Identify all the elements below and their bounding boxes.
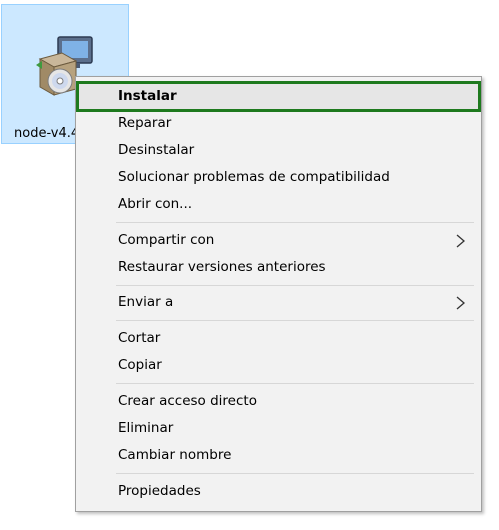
menu-item-desinstalar[interactable]: Desinstalar <box>78 137 479 164</box>
menu-item-label: Restaurar versiones anteriores <box>118 259 326 275</box>
menu-separator <box>116 473 474 474</box>
menu-item-instalar[interactable]: Instalar <box>76 81 481 112</box>
menu-item-copiar[interactable]: Copiar <box>78 352 479 379</box>
menu-item-label: Eliminar <box>118 420 174 436</box>
file-name-label: node-v4.4 <box>14 126 80 141</box>
menu-item-label: Copiar <box>118 357 162 373</box>
menu-item-eliminar[interactable]: Eliminar <box>78 415 479 442</box>
menu-item-cortar[interactable]: Cortar <box>78 325 479 352</box>
menu-separator <box>116 320 474 321</box>
menu-separator <box>116 285 474 286</box>
menu-item-abrir-con[interactable]: Abrir con... <box>78 191 479 218</box>
menu-item-label: Enviar a <box>118 294 174 310</box>
menu-item-label: Solucionar problemas de compatibilidad <box>118 169 390 185</box>
menu-item-reparar[interactable]: Reparar <box>78 110 479 137</box>
menu-separator <box>116 383 474 384</box>
chevron-right-icon <box>456 296 465 310</box>
menu-item-label: Instalar <box>118 88 177 104</box>
menu-item-label: Cambiar nombre <box>118 447 232 463</box>
menu-item-cambiar-nombre[interactable]: Cambiar nombre <box>78 442 479 469</box>
menu-item-propiedades[interactable]: Propiedades <box>78 478 479 505</box>
desktop: node-v4.4 Instalar Reparar Desinstalar S… <box>0 0 499 530</box>
menu-item-label: Desinstalar <box>118 142 195 158</box>
menu-item-label: Propiedades <box>118 483 201 499</box>
context-menu: Instalar Reparar Desinstalar Solucionar … <box>75 76 482 512</box>
menu-separator <box>116 222 474 223</box>
menu-item-label: Reparar <box>118 115 172 131</box>
menu-item-label: Compartir con <box>118 232 215 248</box>
menu-item-enviar-a[interactable]: Enviar a <box>78 289 479 316</box>
menu-item-label: Cortar <box>118 330 161 346</box>
menu-item-label: Crear acceso directo <box>118 393 257 409</box>
menu-item-compartir-con[interactable]: Compartir con <box>78 227 479 254</box>
menu-item-restaurar-versiones[interactable]: Restaurar versiones anteriores <box>78 254 479 281</box>
menu-item-crear-acceso-directo[interactable]: Crear acceso directo <box>78 388 479 415</box>
menu-item-solucionar-problemas[interactable]: Solucionar problemas de compatibilidad <box>78 164 479 191</box>
menu-item-label: Abrir con... <box>118 196 193 212</box>
chevron-right-icon <box>456 234 465 248</box>
